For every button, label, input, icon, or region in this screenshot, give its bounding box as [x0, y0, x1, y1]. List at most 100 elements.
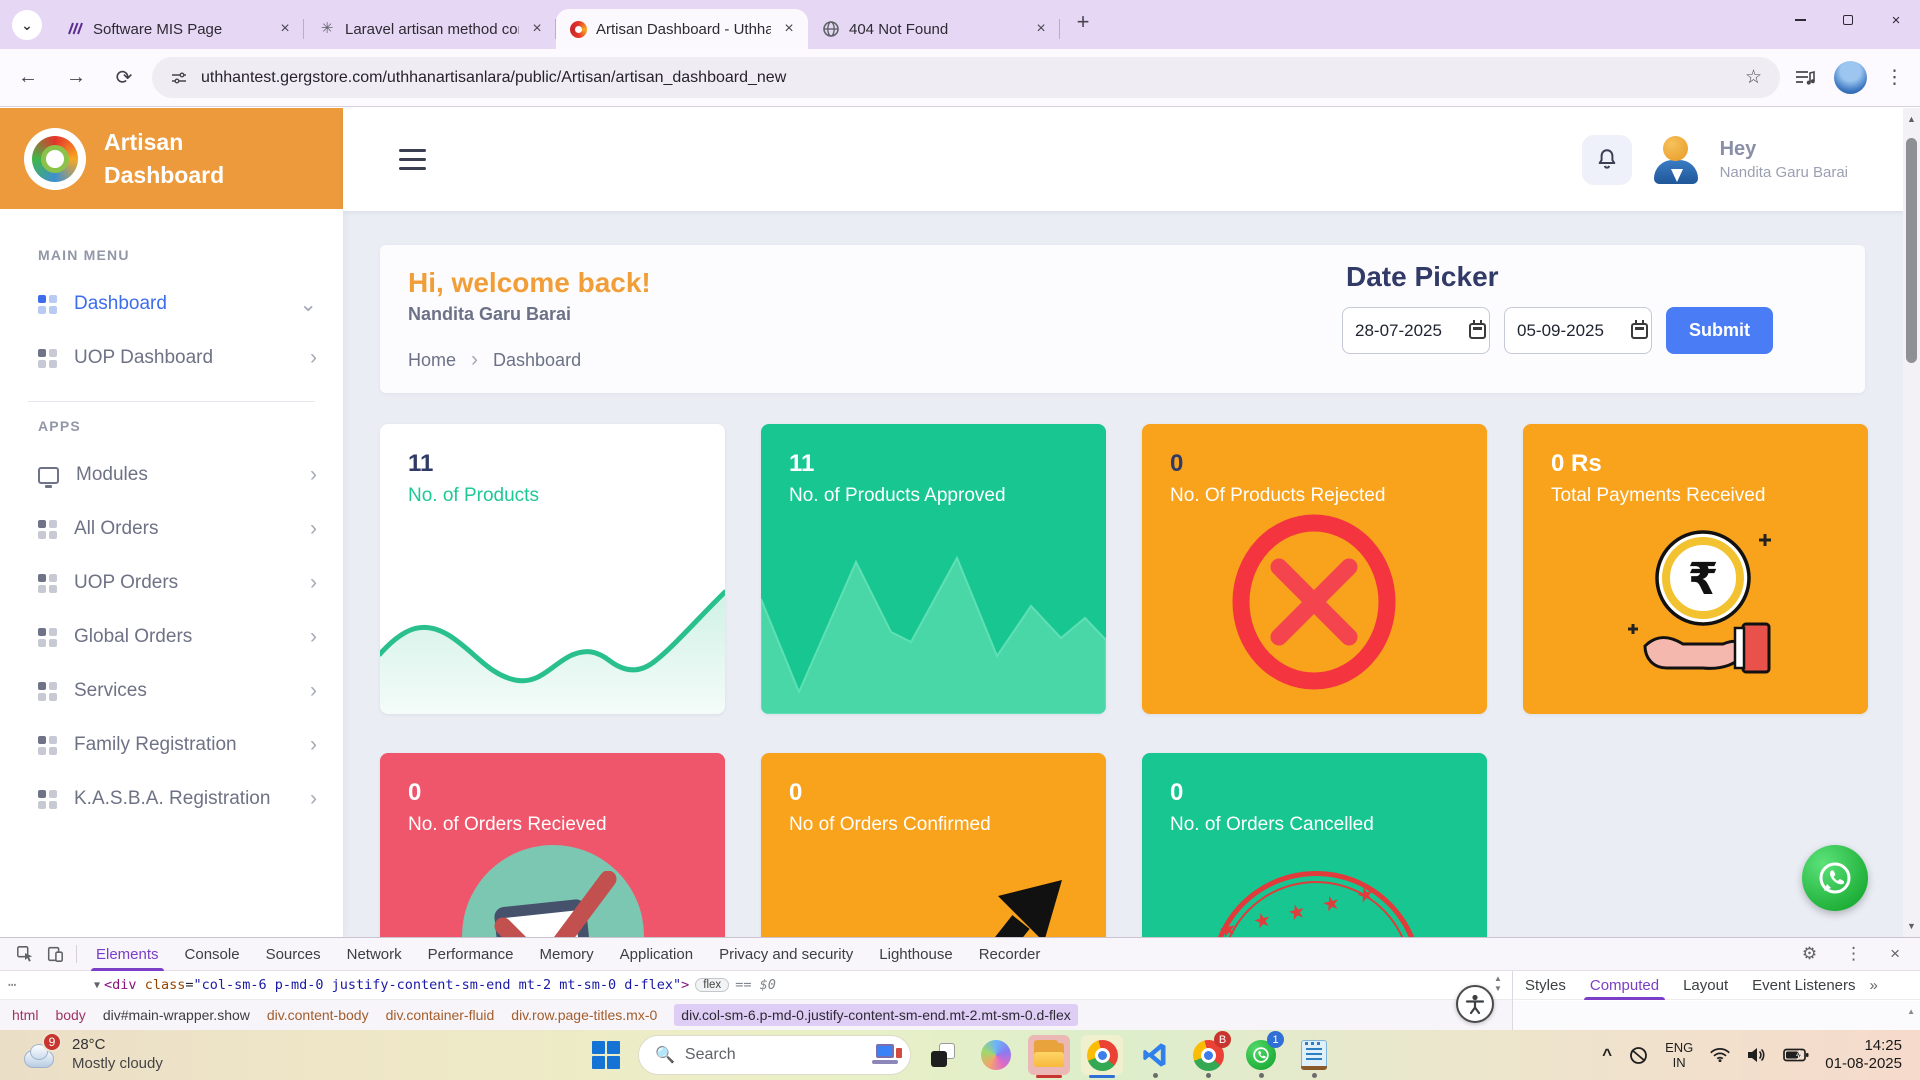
- language-indicator[interactable]: ENG IN: [1665, 1040, 1693, 1070]
- profile-avatar[interactable]: [1834, 61, 1867, 94]
- tab-close-icon[interactable]: ×: [780, 20, 798, 38]
- crumb-html[interactable]: html: [12, 1007, 38, 1023]
- device-toolbar-icon[interactable]: [40, 945, 70, 963]
- eye-off-icon[interactable]: [1628, 1045, 1649, 1066]
- calendar-icon[interactable]: [1469, 323, 1486, 339]
- copilot-button[interactable]: [975, 1035, 1017, 1075]
- devtools-tab-styles[interactable]: Styles: [1513, 971, 1578, 1000]
- scroll-down-icon[interactable]: ▼: [1490, 984, 1506, 994]
- volume-icon[interactable]: [1747, 1047, 1767, 1063]
- date-from-field[interactable]: [1342, 307, 1490, 354]
- devtools-tab-privacy[interactable]: Privacy and security: [706, 938, 866, 971]
- devtools-tab-sources[interactable]: Sources: [253, 938, 334, 971]
- new-tab-button[interactable]: +: [1070, 9, 1096, 35]
- flex-badge[interactable]: flex: [695, 978, 729, 992]
- devtools-menu-icon[interactable]: ⋮: [1845, 944, 1862, 964]
- inspect-element-icon[interactable]: [10, 945, 40, 963]
- devtools-tab-console[interactable]: Console: [172, 938, 253, 971]
- devtools-scroll-arrows[interactable]: ▲ ▼: [1490, 974, 1506, 994]
- sidebar-item-uop-orders[interactable]: UOP Orders ›: [0, 556, 343, 610]
- sidebar-item-family-registration[interactable]: Family Registration ›: [0, 718, 343, 772]
- taskbar-clock[interactable]: 14:25 01-08-2025: [1825, 1037, 1902, 1073]
- more-tabs-icon[interactable]: »: [1870, 977, 1878, 994]
- card-orders-cancelled[interactable]: 0 No. of Orders Cancelled ★ ★ ★ ★ ★ CANC…: [1142, 753, 1487, 937]
- sidebar-item-dashboard[interactable]: Dashboard ⌄: [0, 277, 343, 331]
- card-orders-confirmed[interactable]: 0 No of Orders Confirmed: [761, 753, 1106, 937]
- devtools-settings-icon[interactable]: ⚙: [1802, 944, 1817, 964]
- whatsapp-button[interactable]: [1802, 845, 1868, 911]
- wifi-icon[interactable]: [1709, 1047, 1731, 1063]
- browser-tab-active[interactable]: Artisan Dashboard - Uthhan ×: [556, 9, 808, 49]
- breadcrumb-home[interactable]: Home: [408, 350, 456, 371]
- accessibility-button[interactable]: [1456, 985, 1494, 1023]
- sidebar-item-modules[interactable]: Modules ›: [0, 448, 343, 502]
- card-products-approved[interactable]: 11 No. of Products Approved: [761, 424, 1106, 714]
- vscode-button[interactable]: [1134, 1035, 1176, 1075]
- site-info-icon[interactable]: [170, 69, 188, 87]
- browser-menu-icon[interactable]: ⋮: [1885, 66, 1904, 89]
- devtools-tab-application[interactable]: Application: [607, 938, 706, 971]
- scroll-up-icon[interactable]: ▲: [1907, 1007, 1915, 1016]
- scrollbar-thumb[interactable]: [1906, 138, 1917, 363]
- card-orders-received[interactable]: 0 No. of Orders Recieved: [380, 753, 725, 937]
- date-to-input[interactable]: [1517, 321, 1625, 341]
- devtools-tab-recorder[interactable]: Recorder: [966, 938, 1054, 971]
- date-to-field[interactable]: [1504, 307, 1652, 354]
- collapsed-nodes-icon[interactable]: ⋯: [8, 977, 94, 993]
- maximize-button[interactable]: [1824, 0, 1872, 40]
- tray-expand-icon[interactable]: ^: [1602, 1045, 1612, 1065]
- bookmark-star-icon[interactable]: ☆: [1745, 66, 1762, 89]
- sidebar-item-all-orders[interactable]: All Orders ›: [0, 502, 343, 556]
- task-view-button[interactable]: [922, 1035, 964, 1075]
- tab-close-icon[interactable]: ×: [528, 20, 546, 38]
- scroll-up-icon[interactable]: ▲: [1490, 974, 1506, 984]
- card-total-payments[interactable]: 0 Rs Total Payments Received ₹: [1523, 424, 1868, 714]
- devtools-tab-event-listeners[interactable]: Event Listeners: [1740, 971, 1867, 1000]
- tab-close-icon[interactable]: ×: [276, 20, 294, 38]
- browser-tab-2[interactable]: ✳ Laravel artisan method conversi ×: [304, 9, 556, 49]
- back-button[interactable]: ←: [8, 58, 48, 98]
- devtools-tab-network[interactable]: Network: [334, 938, 415, 971]
- crumb-content-body[interactable]: div.content-body: [267, 1007, 369, 1023]
- expand-arrow-icon[interactable]: ▼: [94, 980, 100, 991]
- user-avatar[interactable]: [1652, 136, 1700, 184]
- start-button[interactable]: [585, 1035, 627, 1075]
- card-no-of-products[interactable]: 11 No. of Products: [380, 424, 725, 714]
- devtools-tab-memory[interactable]: Memory: [527, 938, 607, 971]
- devtools-tab-lighthouse[interactable]: Lighthouse: [866, 938, 965, 971]
- crumb-main-wrapper[interactable]: div#main-wrapper.show: [103, 1007, 250, 1023]
- minimize-button[interactable]: [1776, 0, 1824, 40]
- card-products-rejected[interactable]: 0 No. Of Products Rejected: [1142, 424, 1487, 714]
- notepad-button[interactable]: [1293, 1035, 1335, 1075]
- media-control-icon[interactable]: [1794, 68, 1816, 88]
- notifications-button[interactable]: [1582, 135, 1632, 185]
- sidebar-item-uop-dashboard[interactable]: UOP Dashboard ›: [0, 331, 343, 385]
- devtools-tab-layout[interactable]: Layout: [1671, 971, 1740, 1000]
- reload-button[interactable]: ⟳: [104, 58, 144, 98]
- file-explorer-button[interactable]: [1028, 1035, 1070, 1075]
- page-scrollbar[interactable]: ▲ ▼: [1903, 108, 1920, 937]
- sidebar-item-services[interactable]: Services ›: [0, 664, 343, 718]
- taskbar-search[interactable]: 🔍 Search: [638, 1035, 911, 1075]
- crumb-container-fluid[interactable]: div.container-fluid: [386, 1007, 495, 1023]
- sidebar-item-global-orders[interactable]: Global Orders ›: [0, 610, 343, 664]
- devtools-close-icon[interactable]: ×: [1890, 944, 1900, 964]
- tab-search-button[interactable]: ⌄: [12, 10, 42, 40]
- devtools-tab-elements[interactable]: Elements: [83, 938, 172, 971]
- devtools-tab-performance[interactable]: Performance: [415, 938, 527, 971]
- crumb-selected[interactable]: div.col-sm-6.p-md-0.justify-content-sm-e…: [674, 1004, 1077, 1026]
- devtools-tab-computed[interactable]: Computed: [1578, 971, 1671, 1000]
- tab-close-icon[interactable]: ×: [1032, 20, 1050, 38]
- scroll-down-icon[interactable]: ▼: [1903, 921, 1920, 931]
- crumb-body[interactable]: body: [55, 1007, 85, 1023]
- chrome-button[interactable]: [1081, 1035, 1123, 1075]
- taskbar-weather-widget[interactable]: 9 28°C Mostly cloudy: [24, 1034, 163, 1074]
- submit-button[interactable]: Submit: [1666, 307, 1773, 354]
- address-bar[interactable]: uthhantest.gergstore.com/uthhanartisanla…: [152, 57, 1780, 98]
- browser-tab-1[interactable]: Software MIS Page ×: [52, 9, 304, 49]
- crumb-row-page-titles[interactable]: div.row.page-titles.mx-0: [511, 1007, 657, 1023]
- url-text[interactable]: uthhantest.gergstore.com/uthhanartisanla…: [201, 69, 1732, 87]
- whatsapp-taskbar-button[interactable]: 1: [1240, 1035, 1282, 1075]
- chrome-beta-button[interactable]: B: [1187, 1035, 1229, 1075]
- hamburger-menu-button[interactable]: [399, 149, 426, 170]
